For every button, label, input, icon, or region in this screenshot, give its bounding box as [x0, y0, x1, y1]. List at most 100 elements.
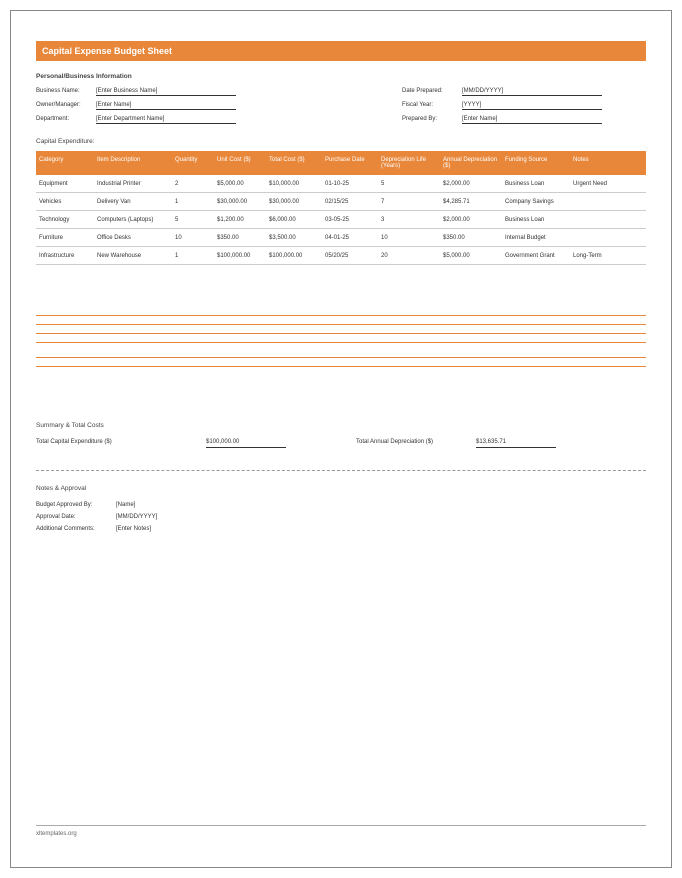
footer: xltemplates.org [36, 825, 646, 837]
page-title: Capital Expense Budget Sheet [36, 41, 646, 61]
business-name-value: [Enter Business Name] [96, 88, 236, 96]
th-category: Category [36, 157, 94, 169]
cell-cat: Vehicles [36, 199, 94, 205]
date-prepared-value: [MM/DD/YYYY] [462, 88, 602, 96]
th-desc: Item Description [94, 157, 172, 169]
cell-notes: Long-Term [570, 253, 628, 259]
cell-desc: Computers (Laptops) [94, 217, 172, 223]
cell-qty: 2 [172, 181, 214, 187]
comments-label: Additional Comments: [36, 526, 116, 532]
fiscal-year-value: [YYYY] [462, 102, 602, 110]
cell-cat: Infrastructure [36, 253, 94, 259]
date-prepared-label: Date Prepared: [402, 88, 462, 94]
cell-total: $100,000.00 [266, 253, 322, 259]
cell-funding: Internal Budget [502, 235, 570, 241]
cell-desc: Industrial Printer [94, 181, 172, 187]
table-row: FurnitureOffice Desks10$350.00$3,500.000… [36, 229, 646, 247]
th-annualdep: Annual Depreciation ($) [440, 157, 502, 169]
th-notes: Notes [570, 157, 628, 169]
total-dep-value: $13,635.71 [476, 439, 556, 448]
th-funding: Funding Source [502, 157, 570, 169]
summary-row: Total Capital Expenditure ($) $100,000.0… [36, 439, 646, 448]
cell-funding: Business Loan [502, 217, 570, 223]
cell-cat: Equipment [36, 181, 94, 187]
table-body: EquipmentIndustrial Printer2$5,000.00$10… [36, 175, 646, 265]
business-name-label: Business Name: [36, 88, 96, 94]
approved-by-row: Budget Approved By: [Name] [36, 502, 646, 508]
cell-unit: $100,000.00 [214, 253, 266, 259]
orange-line [36, 366, 646, 367]
cell-qty: 10 [172, 235, 214, 241]
info-row-1: Business Name: [Enter Business Name] Dat… [36, 88, 646, 96]
approval-date-row: Approval Date: [MM/DD/YYYY] [36, 514, 646, 520]
summary-heading: Summary & Total Costs [36, 422, 646, 429]
comments-value: [Enter Notes] [116, 526, 151, 532]
table-header: Category Item Description Quantity Unit … [36, 151, 646, 175]
section-expenditure-heading: Capital Expenditure: [36, 138, 646, 145]
owner-value: [Enter Name] [96, 102, 236, 110]
cell-qty: 1 [172, 253, 214, 259]
approved-by-value: [Name] [116, 502, 135, 508]
approval-date-value: [MM/DD/YYYY] [116, 514, 157, 520]
orange-line [36, 342, 646, 343]
cell-notes: Urgent Need [570, 181, 628, 187]
owner-label: Owner/Manager: [36, 102, 96, 108]
department-label: Department: [36, 116, 96, 122]
th-unit: Unit Cost ($) [214, 157, 266, 169]
table-row: InfrastructureNew Warehouse1$100,000.00$… [36, 247, 646, 265]
footer-text: xltemplates.org [36, 831, 77, 837]
cell-dep_life: 5 [378, 181, 440, 187]
table-row: EquipmentIndustrial Printer2$5,000.00$10… [36, 175, 646, 193]
cell-unit: $5,000.00 [214, 181, 266, 187]
total-cap-label: Total Capital Expenditure ($) [36, 439, 206, 448]
dashed-separator [36, 470, 646, 471]
info-row-2: Owner/Manager: [Enter Name] Fiscal Year:… [36, 102, 646, 110]
cell-funding: Government Grant [502, 253, 570, 259]
cell-annual_dep: $2,000.00 [440, 181, 502, 187]
cell-desc: Office Desks [94, 235, 172, 241]
total-dep-label: Total Annual Depreciation ($) [356, 439, 476, 448]
orange-line [36, 333, 646, 334]
th-total: Total Cost ($) [266, 157, 322, 169]
cell-annual_dep: $4,285.71 [440, 199, 502, 205]
cell-funding: Company Savings [502, 199, 570, 205]
cell-notes [570, 235, 628, 241]
empty-lines [36, 315, 646, 367]
cell-dep_life: 20 [378, 253, 440, 259]
cell-cat: Furniture [36, 235, 94, 241]
orange-line [36, 357, 646, 358]
cell-funding: Business Loan [502, 181, 570, 187]
cell-notes [570, 217, 628, 223]
cell-total: $10,000.00 [266, 181, 322, 187]
cell-unit: $30,000.00 [214, 199, 266, 205]
info-row-3: Department: [Enter Department Name] Prep… [36, 116, 646, 124]
cell-qty: 5 [172, 217, 214, 223]
cell-cat: Technology [36, 217, 94, 223]
orange-line [36, 315, 646, 316]
cell-dep_life: 3 [378, 217, 440, 223]
cell-qty: 1 [172, 199, 214, 205]
table-row: VehiclesDelivery Van1$30,000.00$30,000.0… [36, 193, 646, 211]
total-cap-value: $100,000.00 [206, 439, 286, 448]
comments-row: Additional Comments: [Enter Notes] [36, 526, 646, 532]
prepared-by-value: [Enter Name] [462, 116, 602, 124]
cell-purchase: 04-01-25 [322, 235, 378, 241]
cell-purchase: 01-10-25 [322, 181, 378, 187]
section-personal-heading: Personal/Business Information [36, 73, 646, 80]
cell-total: $6,000.00 [266, 217, 322, 223]
cell-dep_life: 10 [378, 235, 440, 241]
cell-desc: New Warehouse [94, 253, 172, 259]
prepared-by-label: Prepared By: [402, 116, 462, 122]
cell-total: $3,500.00 [266, 235, 322, 241]
th-deplife: Depreciation Life (Years) [378, 157, 440, 169]
cell-purchase: 03-05-25 [322, 217, 378, 223]
cell-total: $30,000.00 [266, 199, 322, 205]
cell-purchase: 02/15/25 [322, 199, 378, 205]
fiscal-year-label: Fiscal Year: [402, 102, 462, 108]
table-row: TechnologyComputers (Laptops)5$1,200.00$… [36, 211, 646, 229]
cell-annual_dep: $350.00 [440, 235, 502, 241]
approval-date-label: Approval Date: [36, 514, 116, 520]
cell-unit: $350.00 [214, 235, 266, 241]
cell-dep_life: 7 [378, 199, 440, 205]
cell-notes [570, 199, 628, 205]
